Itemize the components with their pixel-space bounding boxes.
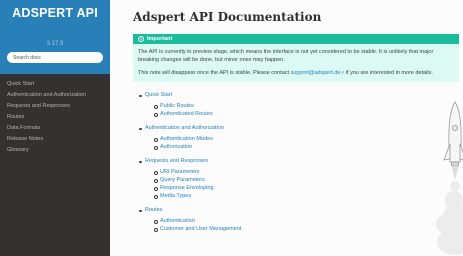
toc-subitem: Response Enveloping (154, 184, 463, 192)
toc-link-requests-responses[interactable]: Requests and Responses (145, 158, 208, 164)
main-content: Adspert API Documentation i Important Th… (110, 0, 463, 256)
toc-subitem: Customer and User Management (154, 225, 463, 233)
sidebar-item-quick-start[interactable]: Quick Start (0, 79, 110, 90)
sidebar: ADSPERT API 3.17.9 Quick Start Authentic… (0, 0, 110, 256)
toc-link-quick-start[interactable]: Quick Start (145, 92, 172, 98)
toc-subitem: URI Parameters (154, 168, 463, 176)
toc-subitem: Query Parameters (154, 176, 463, 184)
toc-link-auth[interactable]: Authentication and Authorization (145, 125, 224, 131)
toc-link-authorization[interactable]: Authorization (160, 144, 192, 150)
toc-link-customer-user-management[interactable]: Customer and User Management (160, 226, 241, 232)
toc-subitem: Authenticated Routes (154, 110, 463, 118)
sidebar-item-data-formats[interactable]: Data Formats (0, 123, 110, 134)
sidebar-item-routes[interactable]: Routes (0, 112, 110, 123)
toc-link-uri-parameters[interactable]: URI Parameters (160, 169, 199, 175)
toc-section: Requests and Responses URI Parameters Qu… (139, 158, 463, 200)
toc-subitem: Public Routes (154, 102, 463, 110)
sidebar-item-requests[interactable]: Requests and Responses (0, 101, 110, 112)
rocket-body (443, 101, 463, 167)
toc-subitem: Media Types (154, 192, 463, 200)
toc-link-media-types[interactable]: Media Types (160, 193, 191, 199)
admonition-body: The API is currently in preview stage, w… (133, 44, 459, 82)
toc-link-response-enveloping[interactable]: Response Enveloping (160, 185, 214, 191)
admonition-title: Important (147, 36, 173, 42)
admonition-text-end: if you are interested in more details. (344, 70, 433, 76)
rocket-flame (451, 166, 459, 180)
sidebar-item-release-notes[interactable]: Release Notes (0, 134, 110, 145)
sidebar-header: ADSPERT API 3.17.9 (0, 0, 110, 74)
sidebar-item-authentication[interactable]: Authentication and Authorization (0, 90, 110, 101)
info-icon: i (138, 36, 144, 42)
toc-link-authenticated-routes[interactable]: Authenticated Routes (160, 111, 213, 117)
sidebar-nav: Quick Start Authentication and Authoriza… (0, 74, 110, 156)
toc-link-authentication-modes[interactable]: Authentication Modes (160, 136, 213, 142)
search-input[interactable] (7, 52, 103, 63)
rocket-illustration (436, 101, 463, 255)
toc-link-public-routes[interactable]: Public Routes (160, 103, 194, 109)
support-email-link[interactable]: support@adspert.de (291, 70, 341, 76)
toc-subitem: Authentication Modes (154, 135, 463, 143)
version-label: 3.17.9 (46, 41, 64, 47)
toc-link-authentication[interactable]: Authentication (160, 218, 195, 224)
admonition-paragraph-1: The API is currently in preview stage, w… (138, 49, 434, 63)
toc-link-routes[interactable]: Routes (145, 207, 162, 213)
toc-link-query-parameters[interactable]: Query Parameters (160, 177, 205, 183)
admonition-text: This note will disappear once the API is… (138, 70, 291, 76)
page-title: Adspert API Documentation (133, 10, 322, 24)
project-title-link[interactable]: ADSPERT API (0, 6, 110, 20)
admonition-paragraph-2: This note will disappear once the API is… (138, 69, 454, 77)
table-of-contents: Quick Start Public Routes Authenticated … (133, 92, 463, 233)
toc-section: Routes Authentication Customer and User … (139, 207, 463, 233)
toc-subitem: Authentication (154, 217, 463, 225)
admonition-header: i Important (133, 34, 459, 44)
exhaust-smoke (436, 181, 463, 255)
toc-section: Quick Start Public Routes Authenticated … (139, 92, 463, 118)
toc-subitem: Authorization (154, 143, 463, 151)
important-admonition: i Important The API is currently in prev… (133, 34, 459, 82)
toc-section: Authentication and Authorization Authent… (139, 125, 463, 151)
sidebar-item-glossary[interactable]: Glossary (0, 145, 110, 156)
